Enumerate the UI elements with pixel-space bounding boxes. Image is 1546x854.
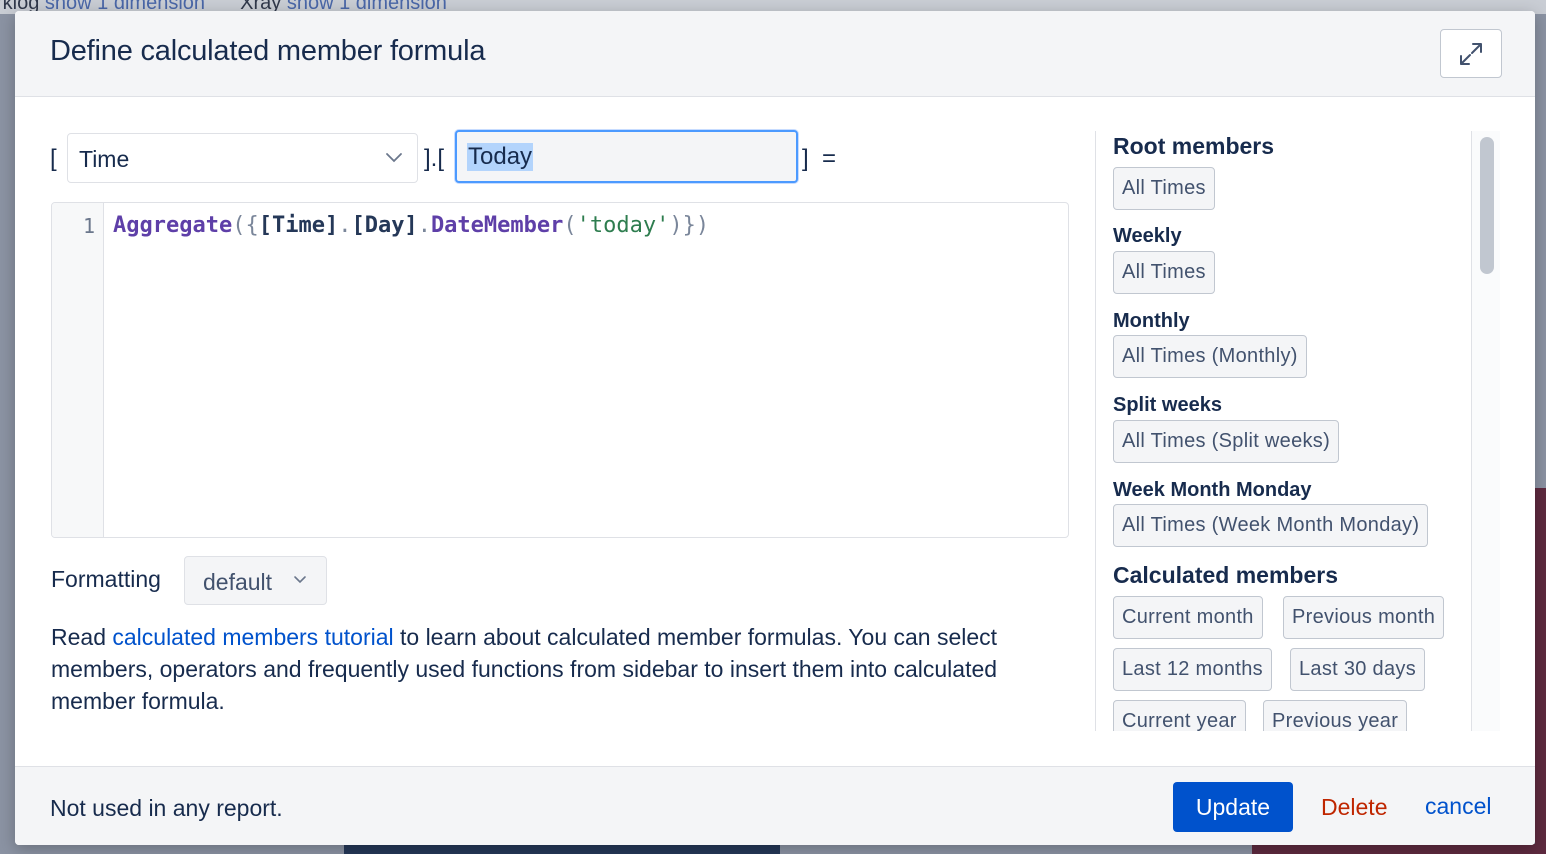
bracket-separator: ].[ (424, 145, 445, 172)
member-chip[interactable]: All Times (1113, 251, 1215, 294)
line-gutter: 1 (52, 203, 104, 537)
help-prefix: Read (51, 624, 113, 650)
member-name-value: Today (467, 143, 534, 171)
code-punctuation: . (338, 213, 352, 238)
open-bracket: [ (50, 145, 57, 172)
chevron-down-icon (294, 576, 306, 584)
background-block (1535, 488, 1546, 854)
dimension-value: Time (79, 146, 130, 172)
usage-status: Not used in any report. (50, 795, 283, 821)
hierarchy-label: Weekly (1113, 225, 1182, 247)
help-text: Read calculated members tutorial to lear… (51, 621, 1081, 717)
member-chip[interactable]: All Times (Monthly) (1113, 335, 1307, 378)
cancel-button[interactable]: cancel (1425, 793, 1491, 820)
update-button[interactable]: Update (1173, 782, 1293, 832)
member-chip[interactable]: All Times (Split weeks) (1113, 420, 1340, 463)
member-name-input[interactable]: Today (455, 130, 798, 183)
code-punctuation: ({ (232, 213, 259, 238)
expand-button[interactable] (1440, 29, 1502, 78)
chevron-down-icon (386, 153, 402, 163)
sidebar-scrollbar[interactable] (1471, 131, 1500, 731)
calculated-member-chip[interactable]: Last 30 days (1290, 648, 1426, 691)
calculated-member-chip[interactable]: Last 12 months (1113, 648, 1272, 691)
sidebar-heading-calculated: Calculated members (1113, 562, 1338, 588)
hierarchy-label: Monthly (1113, 310, 1190, 332)
hierarchy-label: Week Month Monday (1113, 479, 1312, 501)
code-identifier: [Day] (351, 213, 418, 238)
dimension-select[interactable]: Time (67, 133, 418, 183)
close-bracket-equals: ] = (802, 145, 837, 172)
code-function: Aggregate (113, 213, 233, 238)
hierarchy-label: Split weeks (1113, 394, 1222, 416)
dialog-footer: Not used in any report. Update Delete ca… (15, 766, 1535, 845)
calculated-member-dialog: Define calculated member formula [ Time … (15, 11, 1535, 845)
delete-button[interactable]: Delete (1321, 794, 1387, 821)
code-punctuation: ( (563, 213, 577, 238)
formula-editor[interactable]: 1 Aggregate({[Time].[Day].DateMember('to… (51, 202, 1069, 538)
scrollbar-thumb[interactable] (1480, 137, 1494, 274)
member-chip[interactable]: All Times (Week Month Monday) (1113, 504, 1429, 547)
member-chip[interactable]: All Times (1113, 167, 1215, 210)
background-block (1252, 844, 1546, 854)
expand-arrows-icon (1460, 42, 1482, 65)
calculated-member-chip[interactable]: Previous year (1263, 700, 1408, 731)
code-punctuation: . (417, 213, 431, 238)
formatting-select[interactable]: default (184, 556, 327, 605)
background-overlay (0, 60, 15, 854)
code-identifier: [Time] (258, 213, 339, 238)
tutorial-link[interactable]: calculated members tutorial (112, 624, 393, 650)
dialog-header: Define calculated member formula (15, 11, 1535, 97)
calculated-member-chip[interactable]: Current month (1113, 596, 1263, 639)
formatting-value: default (203, 569, 273, 595)
code-line: Aggregate({[Time].[Day].DateMember('toda… (113, 213, 709, 238)
dialog-title: Define calculated member formula (50, 35, 486, 67)
line-number: 1 (82, 214, 95, 238)
calculated-member-chip[interactable]: Previous month (1283, 596, 1445, 639)
sidebar-heading-root: Root members (1113, 133, 1275, 159)
code-punctuation: )}) (669, 213, 710, 238)
background-block (344, 844, 780, 854)
calculated-member-chip[interactable]: Current year (1113, 700, 1246, 731)
code-function: DateMember (430, 213, 564, 238)
code-string: 'today' (576, 213, 670, 238)
formatting-label: Formatting (51, 566, 161, 592)
members-sidebar[interactable]: Root members All Times Weekly All Times … (1095, 131, 1500, 731)
